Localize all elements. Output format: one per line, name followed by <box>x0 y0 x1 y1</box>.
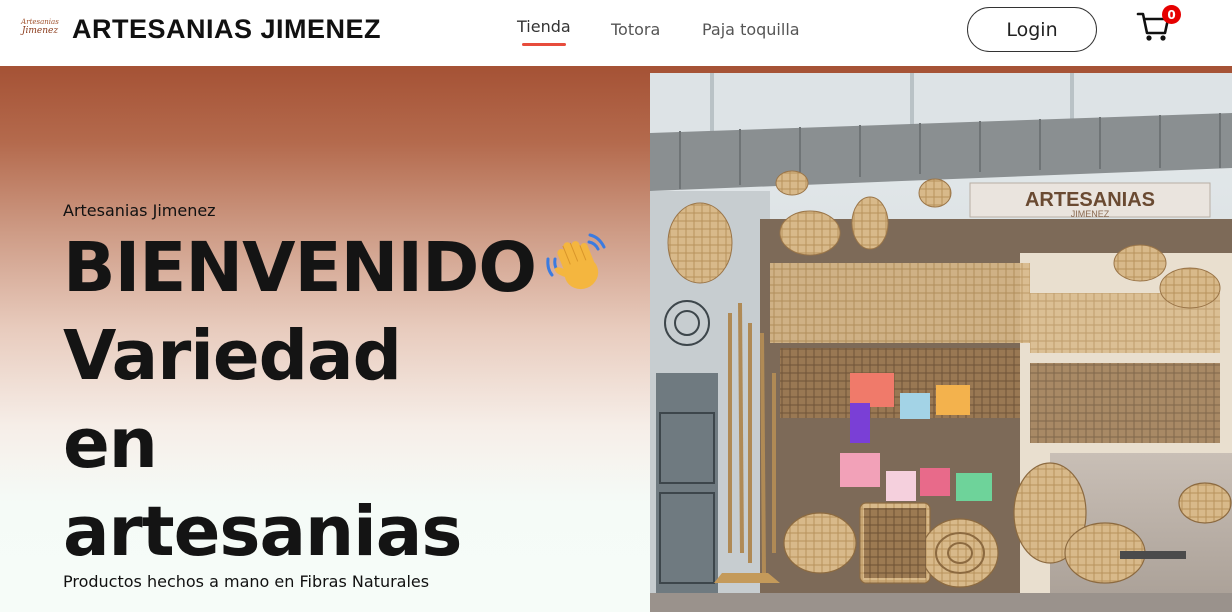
login-button[interactable]: Login <box>967 7 1097 52</box>
headline-line-4: artesanias <box>63 492 462 572</box>
hero-headline: BIENVENIDO Variedad en artesanias <box>63 224 537 576</box>
hero-subtitle: Productos hechos a mano en Fibras Natura… <box>63 572 430 591</box>
cart-button[interactable]: 0 <box>1136 5 1181 48</box>
store-sign: ARTESANIAS <box>1025 189 1155 211</box>
nav-paja-toquilla[interactable]: Paja toquilla <box>702 20 800 39</box>
store-sign-sub: JIMENEZ <box>1071 209 1110 219</box>
site-header: Artesanias Jimenez ARTESANIAS JIMENEZ Ti… <box>0 0 1232 66</box>
headline-line-3: en <box>63 404 158 484</box>
hero-text: Artesanias Jimenez BIENVENIDO Variedad e… <box>63 66 643 612</box>
storefront-image: ARTESANIAS JIMENEZ <box>650 73 1232 612</box>
nav-totora[interactable]: Totora <box>611 20 660 39</box>
waving-hand-icon <box>546 233 606 290</box>
hero-eyebrow: Artesanias Jimenez <box>63 201 216 220</box>
hero-section: Artesanias Jimenez BIENVENIDO Variedad e… <box>0 66 1232 612</box>
headline-line-2: Variedad <box>63 316 402 396</box>
cart-count-badge: 0 <box>1162 5 1181 24</box>
nav-tienda[interactable]: Tienda <box>517 17 571 46</box>
headline-line-1: BIENVENIDO <box>63 228 537 308</box>
